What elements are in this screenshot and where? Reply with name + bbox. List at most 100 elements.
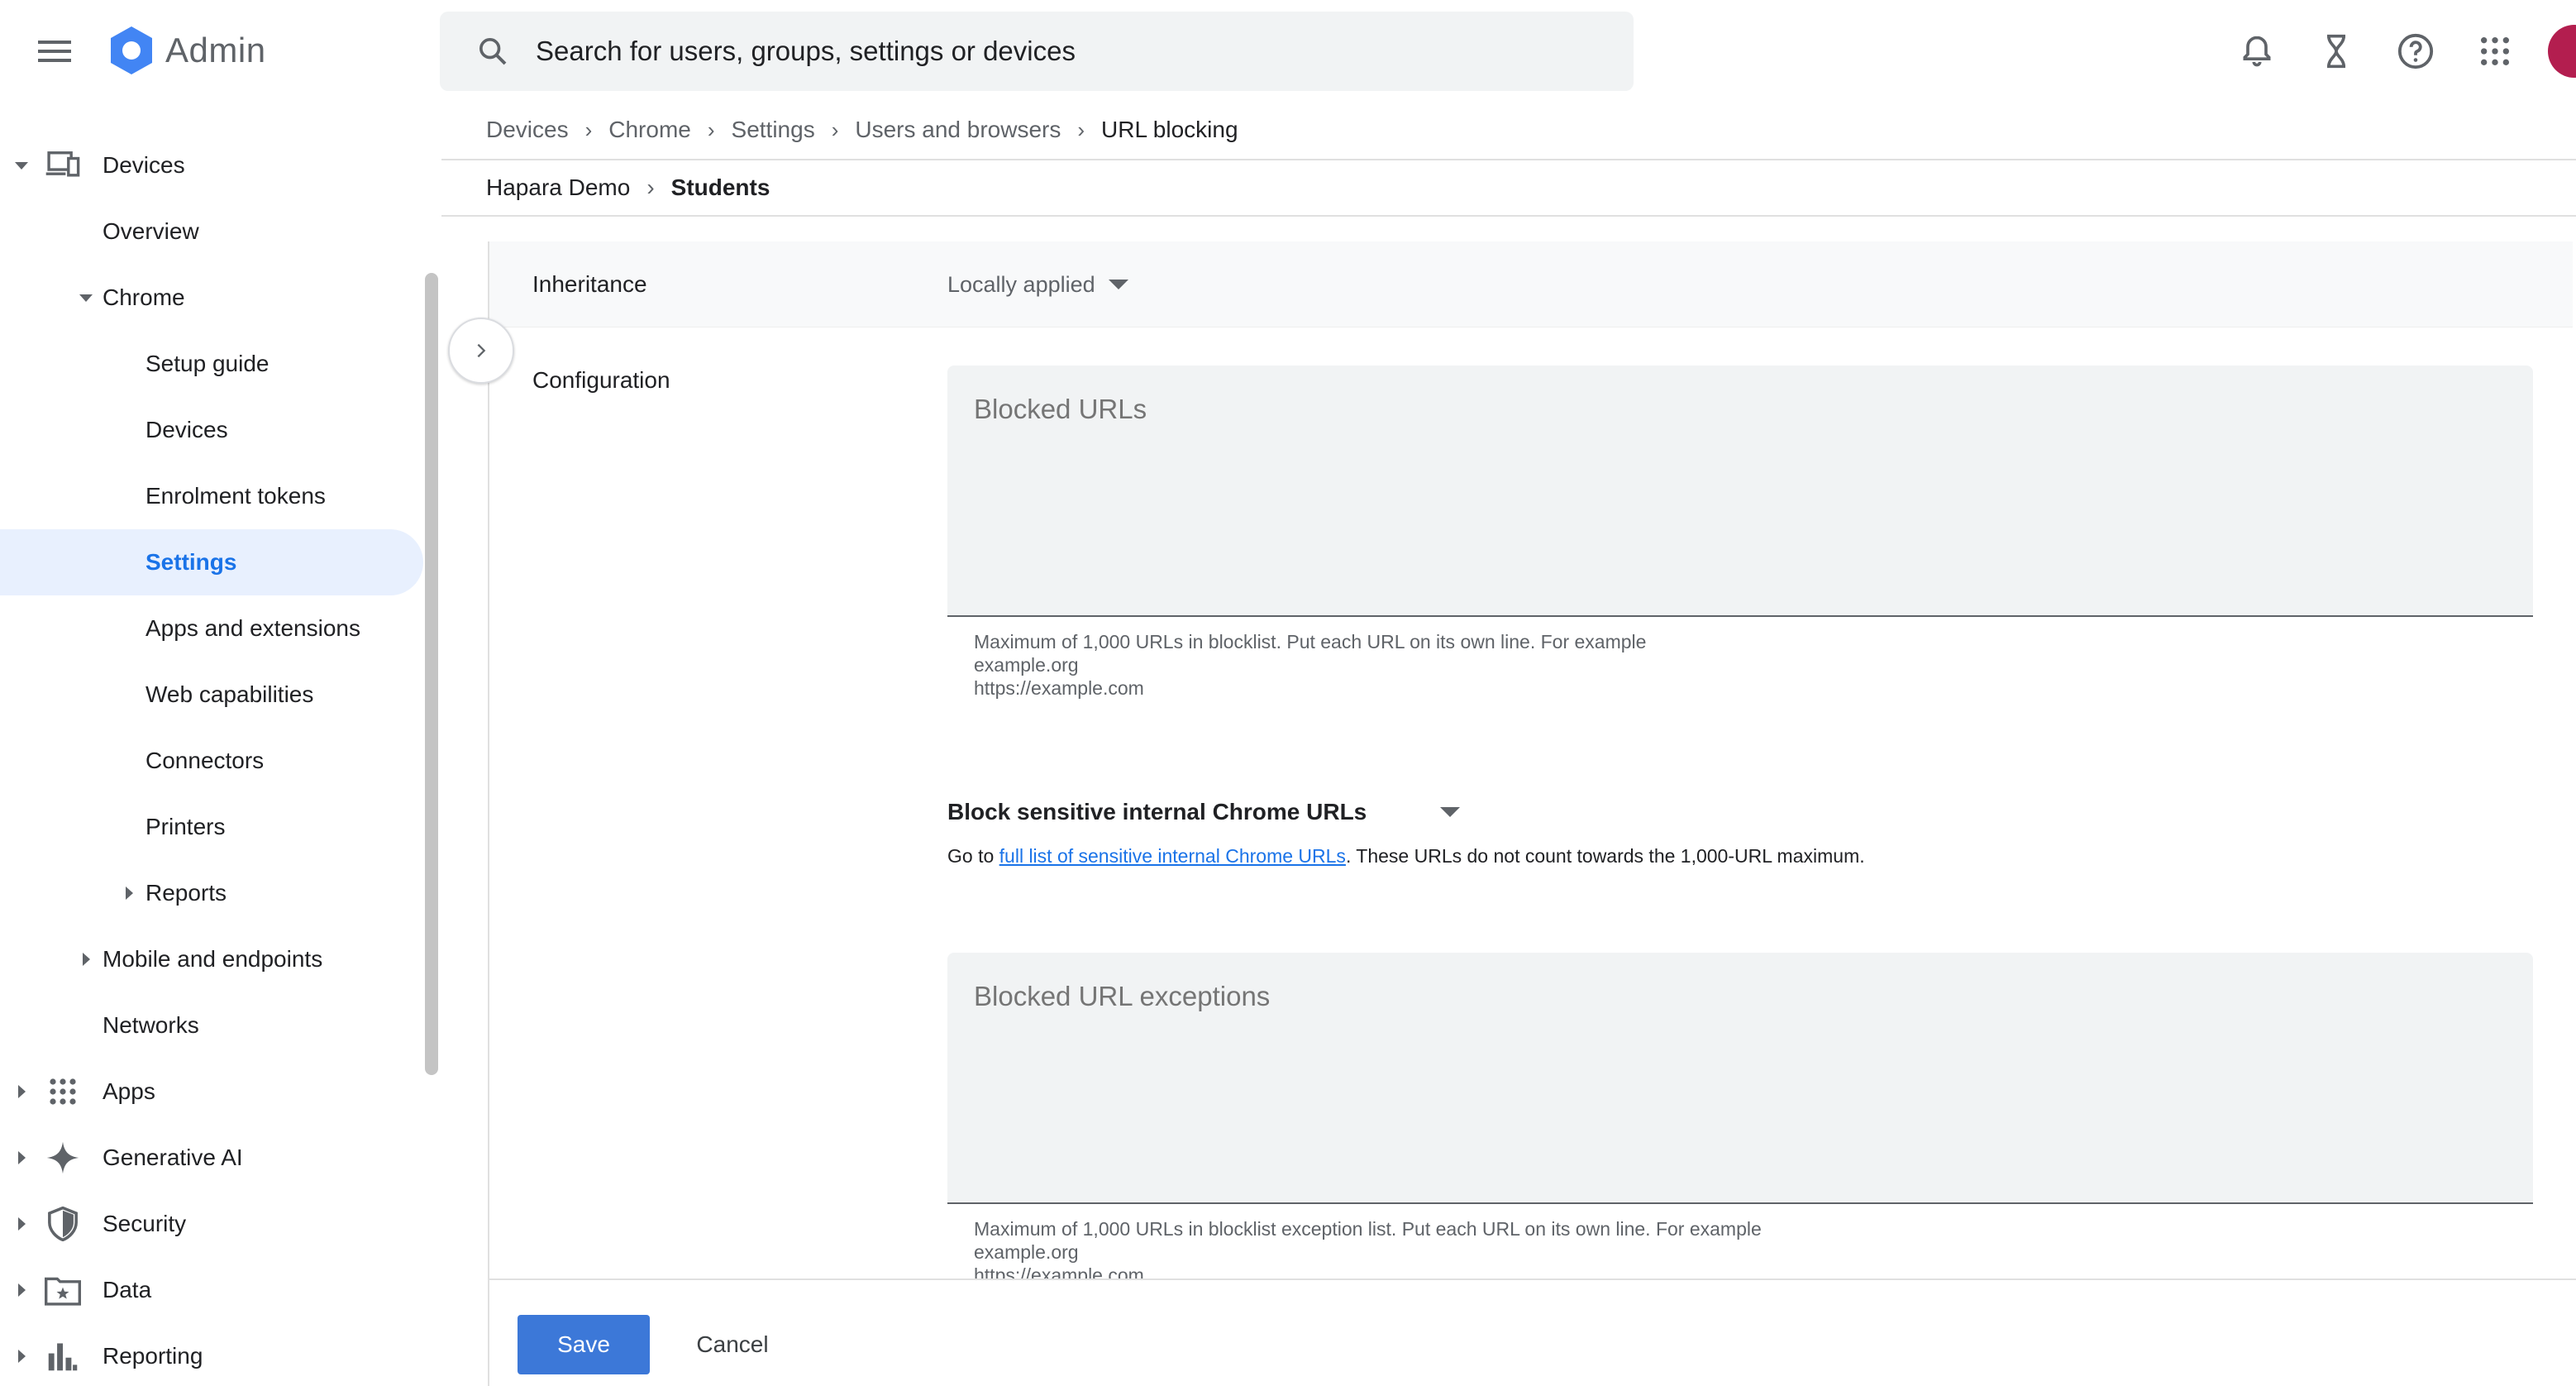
sidebar-item-apps-and-extensions[interactable]: Apps and extensions xyxy=(0,595,423,662)
sidebar-item-label: Printers xyxy=(145,814,226,839)
sidebar-item-devices[interactable]: Devices xyxy=(0,132,423,198)
help-line: https://example.com xyxy=(974,677,1144,699)
chevron-right-icon: › xyxy=(646,174,655,200)
hourglass-tasks-icon[interactable] xyxy=(2310,25,2363,78)
sidebar-item-chrome-devices[interactable]: Devices xyxy=(0,397,423,463)
dropdown-arrow-icon xyxy=(1440,807,1460,817)
apps-grid-icon[interactable] xyxy=(2469,25,2521,78)
blocked-url-exceptions-help: Maximum of 1,000 URLs in blocklist excep… xyxy=(974,1217,1762,1287)
setting-panel: Inheritance Locally applied Configuratio… xyxy=(488,241,2576,1386)
inheritance-row: Inheritance Locally applied xyxy=(489,241,2573,327)
sidebar-item-label: Security xyxy=(103,1211,187,1236)
block-sensitive-urls-label: Block sensitive internal Chrome URLs xyxy=(947,799,1367,824)
sidebar-item-reports[interactable]: Reports xyxy=(0,860,423,926)
expand-caret-icon[interactable] xyxy=(18,1283,26,1297)
sidebar-item-data[interactable]: Data xyxy=(0,1257,423,1323)
expand-caret-icon[interactable] xyxy=(18,1151,26,1164)
sidebar-item-label: Networks xyxy=(103,1012,199,1038)
breadcrumb-devices[interactable]: Devices xyxy=(486,117,569,143)
blocked-url-exceptions-textarea[interactable] xyxy=(947,953,2533,1204)
sensitive-urls-help: Go to full list of sensitive internal Ch… xyxy=(947,845,1865,867)
org-unit-path: Hapara Demo › Students xyxy=(486,167,770,208)
sidebar-item-label: Mobile and endpoints xyxy=(103,946,323,972)
sidebar-item-mobile-and-endpoints[interactable]: Mobile and endpoints xyxy=(0,926,423,992)
divider xyxy=(441,215,2576,217)
sidebar-nav: Devices Overview Chrome Setup guide Devi… xyxy=(0,132,438,1386)
breadcrumb: Devices › Chrome › Settings › Users and … xyxy=(486,109,1238,151)
sidebar-item-printers[interactable]: Printers xyxy=(0,794,423,860)
sidebar-item-reporting[interactable]: Reporting xyxy=(0,1323,423,1386)
sidebar-item-security[interactable]: Security xyxy=(0,1191,423,1257)
bar-chart-icon xyxy=(43,1336,83,1376)
sidebar-item-label: Setup guide xyxy=(145,351,270,376)
sparkle-icon xyxy=(43,1138,83,1178)
inheritance-dropdown[interactable]: Locally applied xyxy=(947,260,1128,309)
chevron-right-icon: › xyxy=(1077,117,1085,142)
expand-caret-icon[interactable] xyxy=(18,1217,26,1231)
inheritance-value: Locally applied xyxy=(947,271,1095,297)
org-unit-current: Students xyxy=(670,174,770,200)
cancel-button[interactable]: Cancel xyxy=(683,1315,782,1374)
sidebar-item-settings[interactable]: Settings xyxy=(0,529,423,595)
breadcrumb-chrome[interactable]: Chrome xyxy=(608,117,691,143)
search-input[interactable] xyxy=(536,36,1528,67)
sidebar-item-label: Apps xyxy=(103,1078,155,1104)
action-footer: Save Cancel xyxy=(488,1278,2576,1386)
sidebar-item-enrolment-tokens[interactable]: Enrolment tokens xyxy=(0,463,423,529)
sidebar-item-generative-ai[interactable]: Generative AI xyxy=(0,1125,423,1191)
help-icon[interactable] xyxy=(2389,25,2442,78)
dropdown-arrow-icon xyxy=(1108,280,1128,289)
search-bar[interactable] xyxy=(440,12,1634,91)
sidebar-item-apps[interactable]: Apps xyxy=(0,1059,423,1125)
blocked-urls-textarea[interactable] xyxy=(947,366,2533,617)
top-icons xyxy=(2204,25,2576,78)
sidebar-item-overview[interactable]: Overview xyxy=(0,198,423,265)
blocked-urls-help: Maximum of 1,000 URLs in blocklist. Put … xyxy=(974,630,1646,700)
expand-caret-icon[interactable] xyxy=(126,887,133,900)
help-line: Maximum of 1,000 URLs in blocklist. Put … xyxy=(974,631,1647,652)
sensitive-urls-link[interactable]: full list of sensitive internal Chrome U… xyxy=(999,845,1346,867)
sidebar-item-label: Apps and extensions xyxy=(145,615,360,641)
sidebar-item-networks[interactable]: Networks xyxy=(0,992,423,1059)
sidebar-item-label: Web capabilities xyxy=(145,681,314,707)
expand-caret-icon[interactable] xyxy=(83,953,90,966)
sidebar-item-label: Connectors xyxy=(145,748,265,773)
expand-caret-icon[interactable] xyxy=(15,161,28,170)
sidebar-scrollbar[interactable] xyxy=(425,273,438,1075)
sidebar-item-web-capabilities[interactable]: Web capabilities xyxy=(0,662,423,728)
shield-icon xyxy=(43,1204,83,1244)
expand-panel-button[interactable] xyxy=(448,318,514,384)
main-menu-button[interactable] xyxy=(35,31,74,71)
expand-caret-icon[interactable] xyxy=(79,294,93,302)
expand-caret-icon[interactable] xyxy=(18,1085,26,1098)
breadcrumb-settings[interactable]: Settings xyxy=(732,117,815,143)
sidebar-item-label: Devices xyxy=(103,152,185,178)
sidebar-item-label: Data xyxy=(103,1277,152,1302)
block-sensitive-urls-dropdown[interactable]: Block sensitive internal Chrome URLs xyxy=(947,787,1460,837)
chevron-right-icon: › xyxy=(831,117,839,142)
hamburger-menu-icon xyxy=(38,41,71,62)
notifications-bell-icon[interactable] xyxy=(2230,25,2283,78)
save-button[interactable]: Save xyxy=(518,1315,650,1374)
sidebar-item-setup-guide[interactable]: Setup guide xyxy=(0,331,423,397)
folder-star-icon xyxy=(43,1270,83,1310)
admin-logo[interactable]: Admin xyxy=(106,25,266,76)
sidebar-item-label: Settings xyxy=(145,549,237,575)
expand-caret-icon[interactable] xyxy=(18,1350,26,1363)
configuration-label: Configuration xyxy=(532,367,670,393)
chevron-right-icon: › xyxy=(707,117,715,142)
breadcrumb-current: URL blocking xyxy=(1101,117,1238,142)
admin-console: Admin Search for users, groups, settings… xyxy=(0,0,2576,1386)
account-avatar[interactable] xyxy=(2548,25,2576,78)
sidebar-item-label: Chrome xyxy=(103,284,185,310)
sidebar-item-connectors[interactable]: Connectors xyxy=(0,728,423,794)
help-line: Maximum of 1,000 URLs in blocklist excep… xyxy=(974,1218,1762,1240)
search-icon[interactable] xyxy=(468,26,518,76)
org-unit-parent[interactable]: Hapara Demo xyxy=(486,174,630,201)
app-title: Admin xyxy=(165,31,266,69)
sidebar-item-chrome[interactable]: Chrome xyxy=(0,265,423,331)
help-line: example.org xyxy=(974,1241,1079,1263)
top-bar: Admin xyxy=(0,0,2576,103)
breadcrumb-users-and-browsers[interactable]: Users and browsers xyxy=(855,117,1061,143)
help-text: . These URLs do not count towards the 1,… xyxy=(1345,845,1865,867)
